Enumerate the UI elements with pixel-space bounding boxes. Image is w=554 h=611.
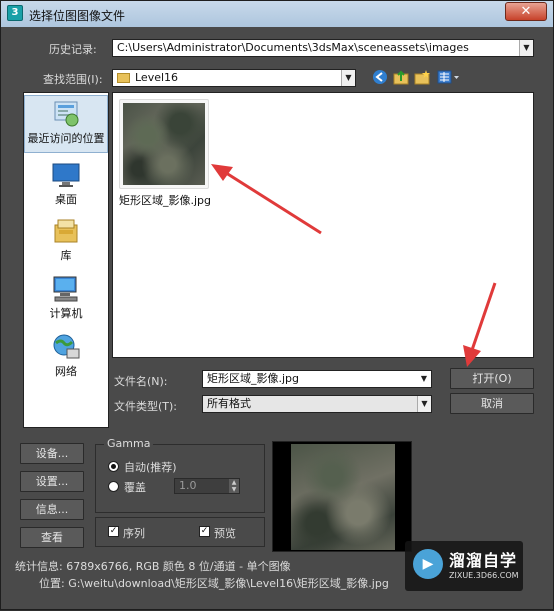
lookin-dropdown[interactable]: Level16 ▼	[112, 69, 356, 87]
devices-button[interactable]: 设备...	[20, 443, 84, 464]
satellite-image-thumbnail	[123, 103, 205, 185]
setup-button[interactable]: 设置...	[20, 471, 84, 492]
spinner-arrows-icon[interactable]: ▲ ▼	[229, 479, 239, 493]
folder-icon	[117, 73, 130, 83]
places-bar: 最近访问的位置 桌面 库 计算机 网络	[23, 92, 109, 428]
filename-input[interactable]: 矩形区域_影像.jpg ▼	[202, 370, 432, 388]
open-button[interactable]: 打开(O)	[450, 368, 534, 389]
up-folder-icon[interactable]	[393, 69, 409, 85]
gamma-override-spinner[interactable]: 1.0 ▲ ▼	[174, 478, 240, 494]
chevron-down-icon[interactable]: ▼	[417, 371, 431, 387]
window-title: 选择位图图像文件	[29, 9, 126, 23]
sequence-label: 序列	[123, 527, 145, 540]
3dsmax-app-icon: 3	[7, 5, 23, 21]
back-icon[interactable]	[372, 69, 388, 85]
place-desktop-label: 桌面	[55, 193, 77, 206]
location-info: 位置: G:\weitu\download\矩形区域_影像\Level16\矩形…	[39, 577, 389, 590]
info-button[interactable]: 信息...	[20, 499, 84, 520]
lookin-label: 查找范围(I):	[43, 73, 103, 86]
file-dialog-window: 3 选择位图图像文件 ✕ 历史记录: C:\Users\Administrato…	[0, 0, 554, 610]
place-recent-label: 最近访问的位置	[27, 132, 105, 145]
stats-info: 统计信息: 6789x6766, RGB 颜色 8 位/通道 - 单个图像	[15, 560, 291, 573]
gamma-override-label: 覆盖	[124, 481, 146, 494]
watermark-brand: 溜溜自学	[449, 551, 518, 570]
image-preview	[272, 441, 412, 552]
history-label: 历史记录:	[49, 43, 97, 56]
lookin-value: Level16	[135, 71, 179, 84]
gamma-override-radio[interactable]	[108, 481, 119, 492]
place-network[interactable]: 网络	[24, 329, 108, 378]
place-library[interactable]: 库	[24, 213, 108, 262]
options-group	[95, 517, 265, 547]
preview-checkbox[interactable]: ✓	[199, 526, 210, 537]
desktop-icon	[51, 161, 81, 189]
satellite-image-preview	[291, 444, 395, 550]
filetype-value: 所有格式	[207, 397, 251, 410]
place-library-label: 库	[60, 249, 72, 262]
watermark: ▶ 溜溜自学 ZIXUE.3D66.COM	[405, 541, 523, 591]
place-recent[interactable]: 最近访问的位置	[24, 95, 108, 153]
filename-label: 文件名(N):	[114, 375, 168, 388]
view-button[interactable]: 查看	[20, 527, 84, 548]
place-computer-label: 计算机	[49, 307, 83, 320]
gamma-auto-radio[interactable]	[108, 461, 119, 472]
cancel-button[interactable]: 取消	[450, 393, 534, 414]
sequence-checkbox[interactable]: ✓	[108, 526, 119, 537]
library-icon	[51, 217, 81, 245]
watermark-site: ZIXUE.3D66.COM	[449, 571, 519, 580]
chevron-down-icon[interactable]: ▼	[417, 396, 431, 412]
gamma-title: Gamma	[104, 437, 154, 450]
chevron-down-icon[interactable]: ▼	[519, 40, 533, 56]
network-icon	[51, 333, 81, 361]
file-item-name: 矩形区域_影像.jpg	[119, 194, 212, 207]
view-menu-icon[interactable]	[437, 69, 461, 85]
chevron-down-icon[interactable]: ▼	[341, 70, 355, 86]
history-value: C:\Users\Administrator\Documents\3dsMax\…	[117, 41, 469, 54]
filetype-label: 文件类型(T):	[114, 400, 178, 413]
history-dropdown[interactable]: C:\Users\Administrator\Documents\3dsMax\…	[112, 39, 534, 57]
gamma-override-value: 1.0	[179, 479, 197, 492]
file-list[interactable]: 矩形区域_影像.jpg	[112, 92, 534, 358]
play-logo-icon: ▶	[413, 549, 443, 579]
close-button[interactable]: ✕	[505, 2, 547, 21]
computer-icon	[51, 275, 81, 303]
filetype-dropdown[interactable]: 所有格式 ▼	[202, 395, 432, 413]
new-folder-icon[interactable]	[414, 69, 430, 85]
recent-places-icon	[51, 100, 81, 128]
place-network-label: 网络	[55, 365, 77, 378]
title-bar[interactable]: 3 选择位图图像文件 ✕	[1, 1, 553, 27]
place-desktop[interactable]: 桌面	[24, 157, 108, 206]
gamma-auto-label: 自动(推荐)	[124, 461, 177, 474]
file-item[interactable]: 矩形区域_影像.jpg	[119, 99, 211, 208]
filename-value: 矩形区域_影像.jpg	[207, 372, 300, 385]
preview-label: 预览	[214, 527, 236, 540]
place-computer[interactable]: 计算机	[24, 271, 108, 320]
file-thumbnail[interactable]	[119, 99, 209, 189]
